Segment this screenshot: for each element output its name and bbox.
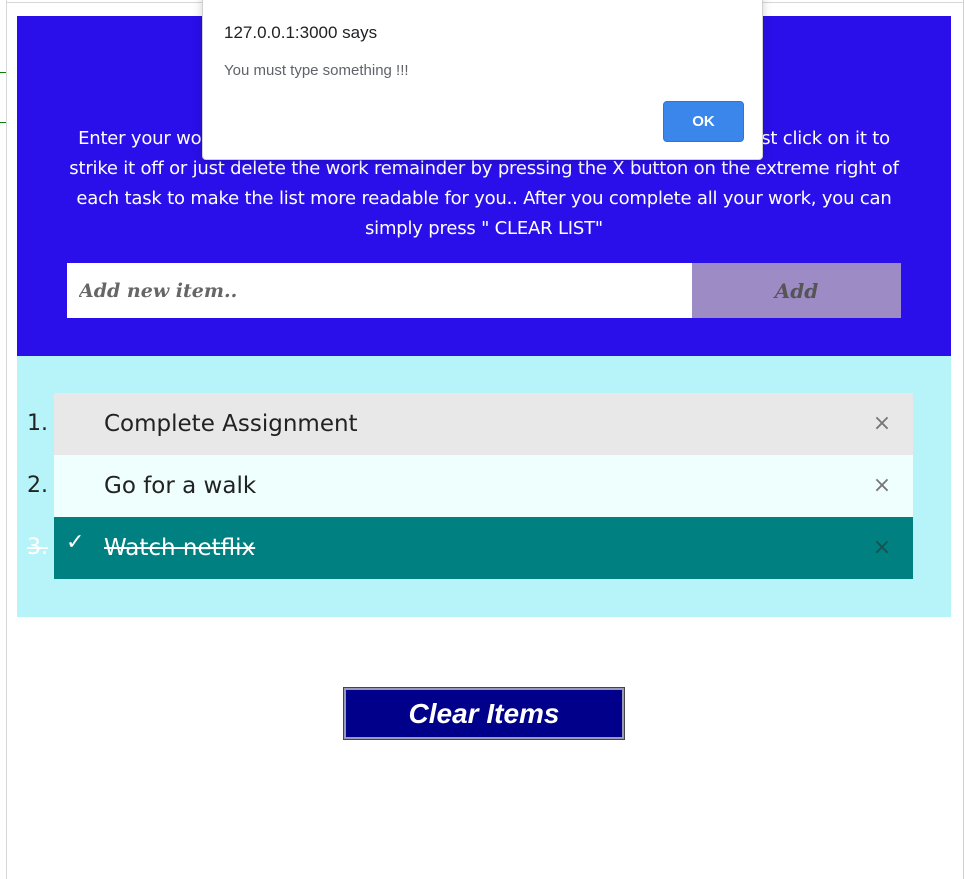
input-row: Add <box>67 263 901 318</box>
task-row[interactable]: 2. Go for a walk × <box>27 455 913 517</box>
alert-message: You must type something !!! <box>224 62 409 79</box>
task-number: 2. <box>27 473 48 498</box>
checkmark-icon: ✓ <box>66 530 85 555</box>
task-number: 3. <box>27 535 48 560</box>
add-button[interactable]: Add <box>692 263 901 318</box>
task-row-checked[interactable]: 3. ✓ Watch netflix × <box>27 517 913 579</box>
ok-button[interactable]: OK <box>663 101 744 142</box>
alert-title: 127.0.0.1:3000 says <box>224 23 378 42</box>
new-item-input[interactable] <box>67 263 692 318</box>
close-icon[interactable]: × <box>867 533 897 563</box>
task-list-panel: 1. Complete Assignment × 2. Go for a wal… <box>17 356 951 617</box>
close-icon[interactable]: × <box>867 471 897 501</box>
gutter-line <box>0 72 6 73</box>
task-number: 1. <box>27 411 48 436</box>
gutter-line <box>0 122 6 123</box>
task-row[interactable]: 1. Complete Assignment × <box>27 393 913 455</box>
left-gutter <box>0 0 7 879</box>
alert-dialog: 127.0.0.1:3000 says You must type someth… <box>202 0 763 160</box>
clear-items-button[interactable]: Clear Items <box>343 687 625 740</box>
task-text: Go for a walk <box>104 473 257 499</box>
close-icon[interactable]: × <box>867 409 897 439</box>
task-text: Complete Assignment <box>104 411 358 437</box>
task-text: Watch netflix <box>104 535 256 561</box>
